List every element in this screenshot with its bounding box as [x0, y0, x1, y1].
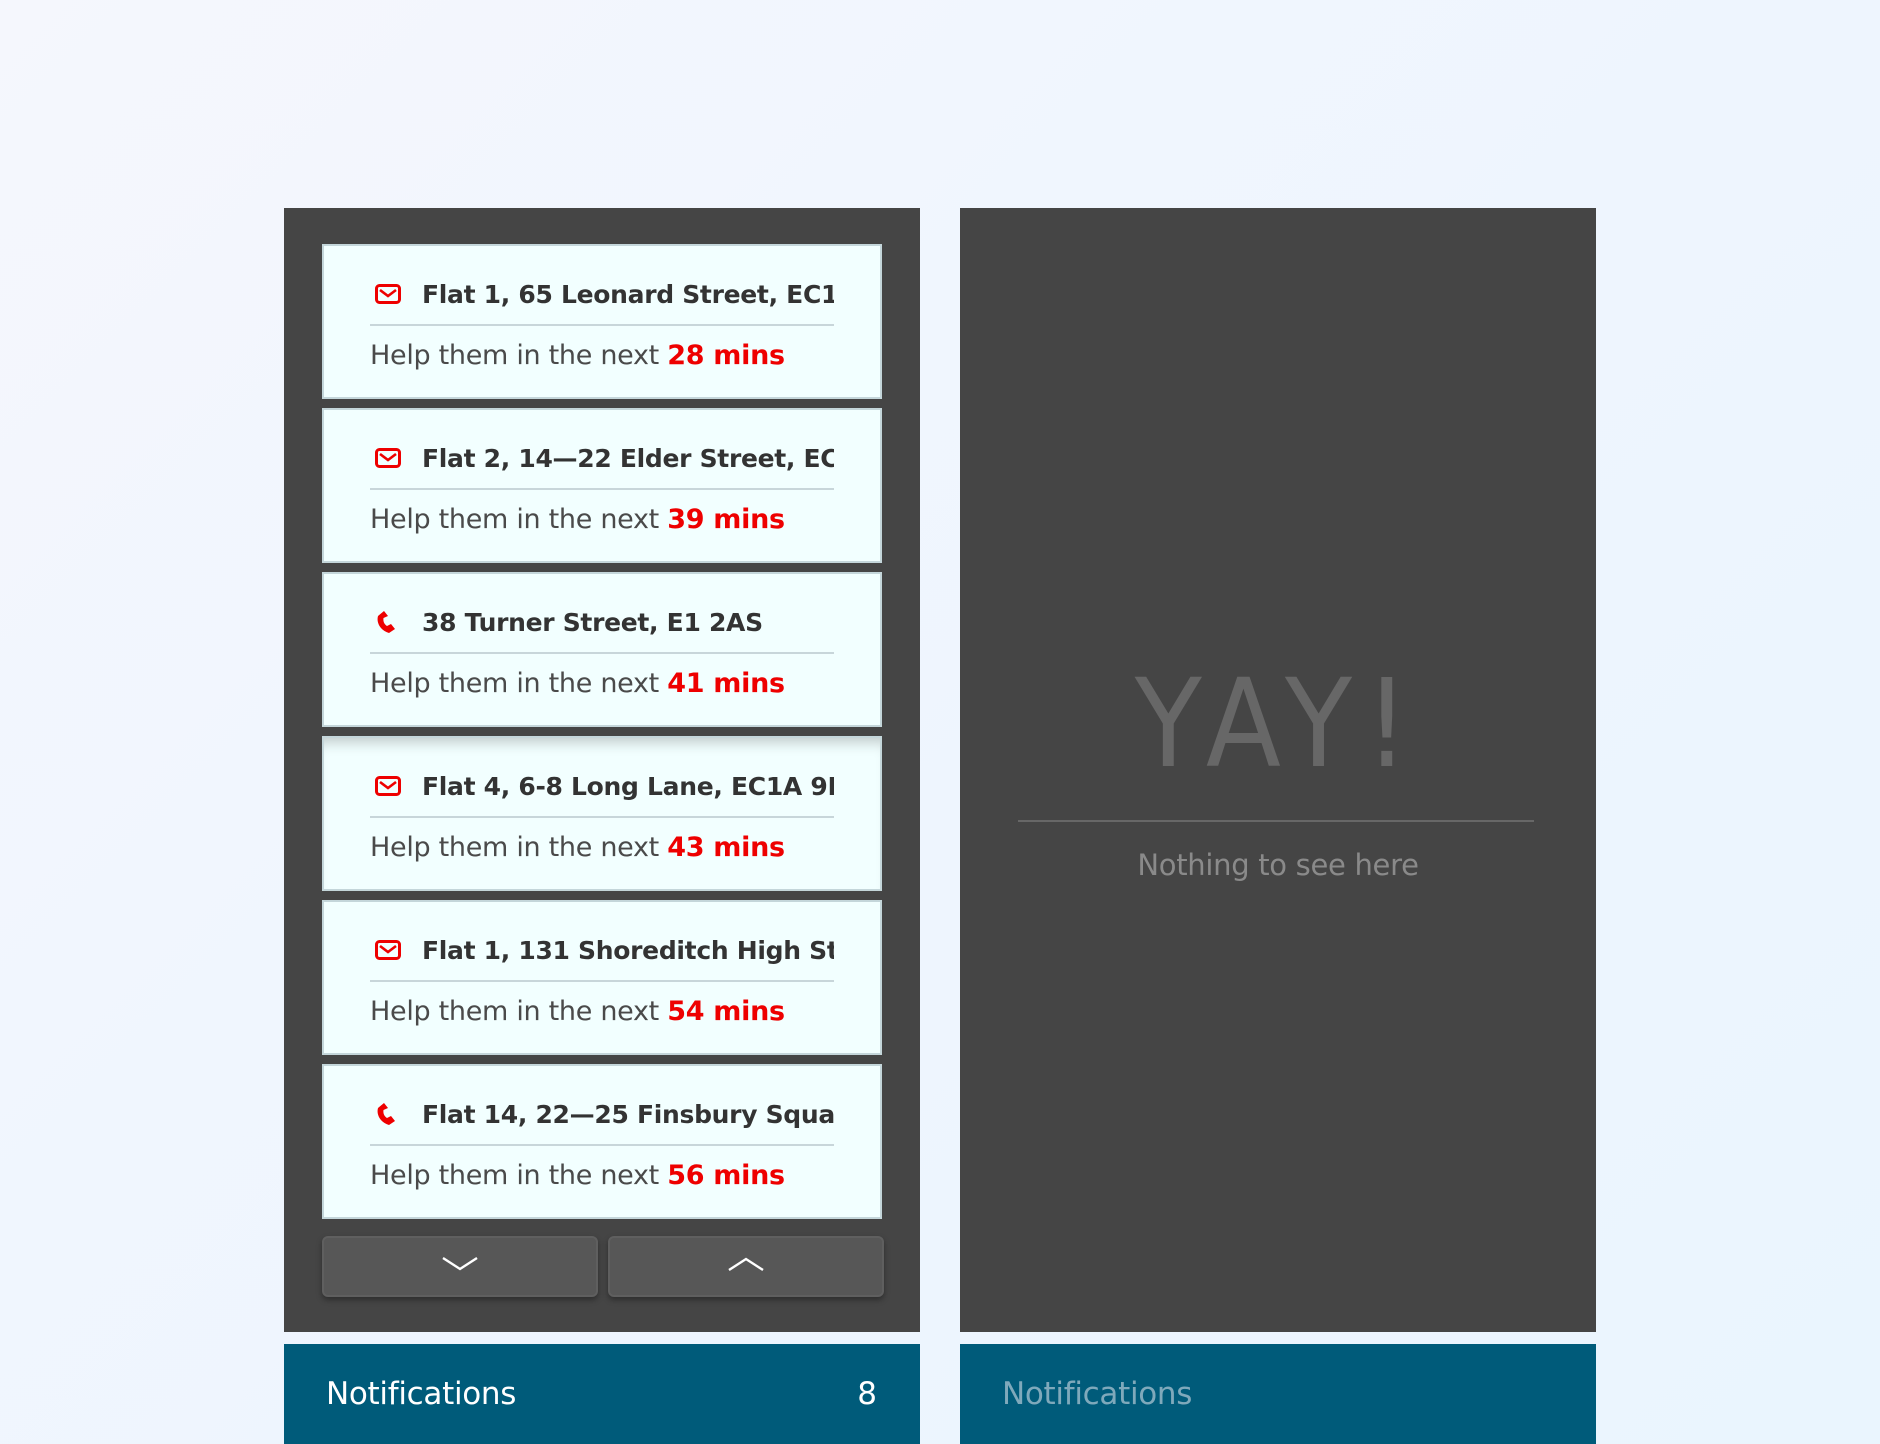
notifications-label: Notifications [1002, 1376, 1193, 1412]
card-divider [370, 980, 834, 982]
card-divider [370, 816, 834, 818]
card-address: Flat 1, 65 Leonard Street, EC1A... [422, 279, 834, 309]
notifications-tab[interactable]: Notifications 8 [284, 1344, 920, 1444]
notifications-tab-empty[interactable]: Notifications [960, 1344, 1596, 1444]
deadline-prefix: Help them in the next [370, 668, 659, 699]
empty-state-title: YAY! [1134, 653, 1422, 795]
scroll-up-button[interactable] [608, 1236, 884, 1297]
deadline-time: 56 mins [667, 1160, 785, 1191]
empty-state-divider [1018, 820, 1534, 822]
notification-card[interactable]: Flat 1, 131 Shoreditch High Stre... Help… [322, 900, 882, 1055]
card-deadline: Help them in the next 43 mins [370, 832, 785, 863]
notification-card[interactable]: Flat 14, 22—25 Finsbury Squar... Help th… [322, 1064, 882, 1219]
card-divider [370, 1144, 834, 1146]
card-deadline: Help them in the next 56 mins [370, 1160, 785, 1191]
empty-state-message: Nothing to see here [1137, 848, 1419, 882]
card-address: 38 Turner Street, E1 2AS [422, 607, 763, 637]
card-deadline: Help them in the next 41 mins [370, 668, 785, 699]
deadline-prefix: Help them in the next [370, 1160, 659, 1191]
deadline-prefix: Help them in the next [370, 504, 659, 535]
email-icon [374, 282, 402, 306]
card-divider [370, 652, 834, 654]
deadline-time: 39 mins [667, 504, 785, 535]
notification-card[interactable]: Flat 2, 14—22 Elder Street, EC2... Help … [322, 408, 882, 563]
deadline-time: 28 mins [667, 340, 785, 371]
deadline-time: 43 mins [667, 832, 785, 863]
email-icon [374, 774, 402, 798]
card-divider [370, 488, 834, 490]
chevron-up-icon [726, 1254, 766, 1279]
deadline-prefix: Help them in the next [370, 832, 659, 863]
scroll-down-button[interactable] [322, 1236, 598, 1297]
card-address: Flat 2, 14—22 Elder Street, EC2... [422, 443, 834, 473]
card-deadline: Help them in the next 39 mins [370, 504, 785, 535]
card-address: Flat 4, 6-8 Long Lane, EC1A 9HF [422, 771, 834, 801]
card-divider [370, 324, 834, 326]
notifications-list-panel: Flat 1, 65 Leonard Street, EC1A... Help … [284, 208, 920, 1332]
card-address: Flat 1, 131 Shoreditch High Stre... [422, 935, 834, 965]
deadline-time: 41 mins [667, 668, 785, 699]
email-icon [374, 446, 402, 470]
empty-state-panel: YAY! Nothing to see here [960, 208, 1596, 1332]
deadline-prefix: Help them in the next [370, 996, 659, 1027]
notification-card[interactable]: Flat 1, 65 Leonard Street, EC1A... Help … [322, 244, 882, 399]
email-icon [374, 938, 402, 962]
notifications-label: Notifications [326, 1376, 517, 1412]
card-deadline: Help them in the next 54 mins [370, 996, 785, 1027]
notifications-count-badge: 8 [857, 1376, 877, 1412]
phone-icon [374, 610, 402, 634]
phone-icon [374, 1102, 402, 1126]
chevron-down-icon [440, 1254, 480, 1279]
deadline-time: 54 mins [667, 996, 785, 1027]
deadline-prefix: Help them in the next [370, 340, 659, 371]
card-deadline: Help them in the next 28 mins [370, 340, 785, 371]
card-address: Flat 14, 22—25 Finsbury Squar... [422, 1099, 834, 1129]
notification-card[interactable]: Flat 4, 6-8 Long Lane, EC1A 9HF Help the… [322, 736, 882, 891]
notification-card[interactable]: 38 Turner Street, E1 2AS Help them in th… [322, 572, 882, 727]
